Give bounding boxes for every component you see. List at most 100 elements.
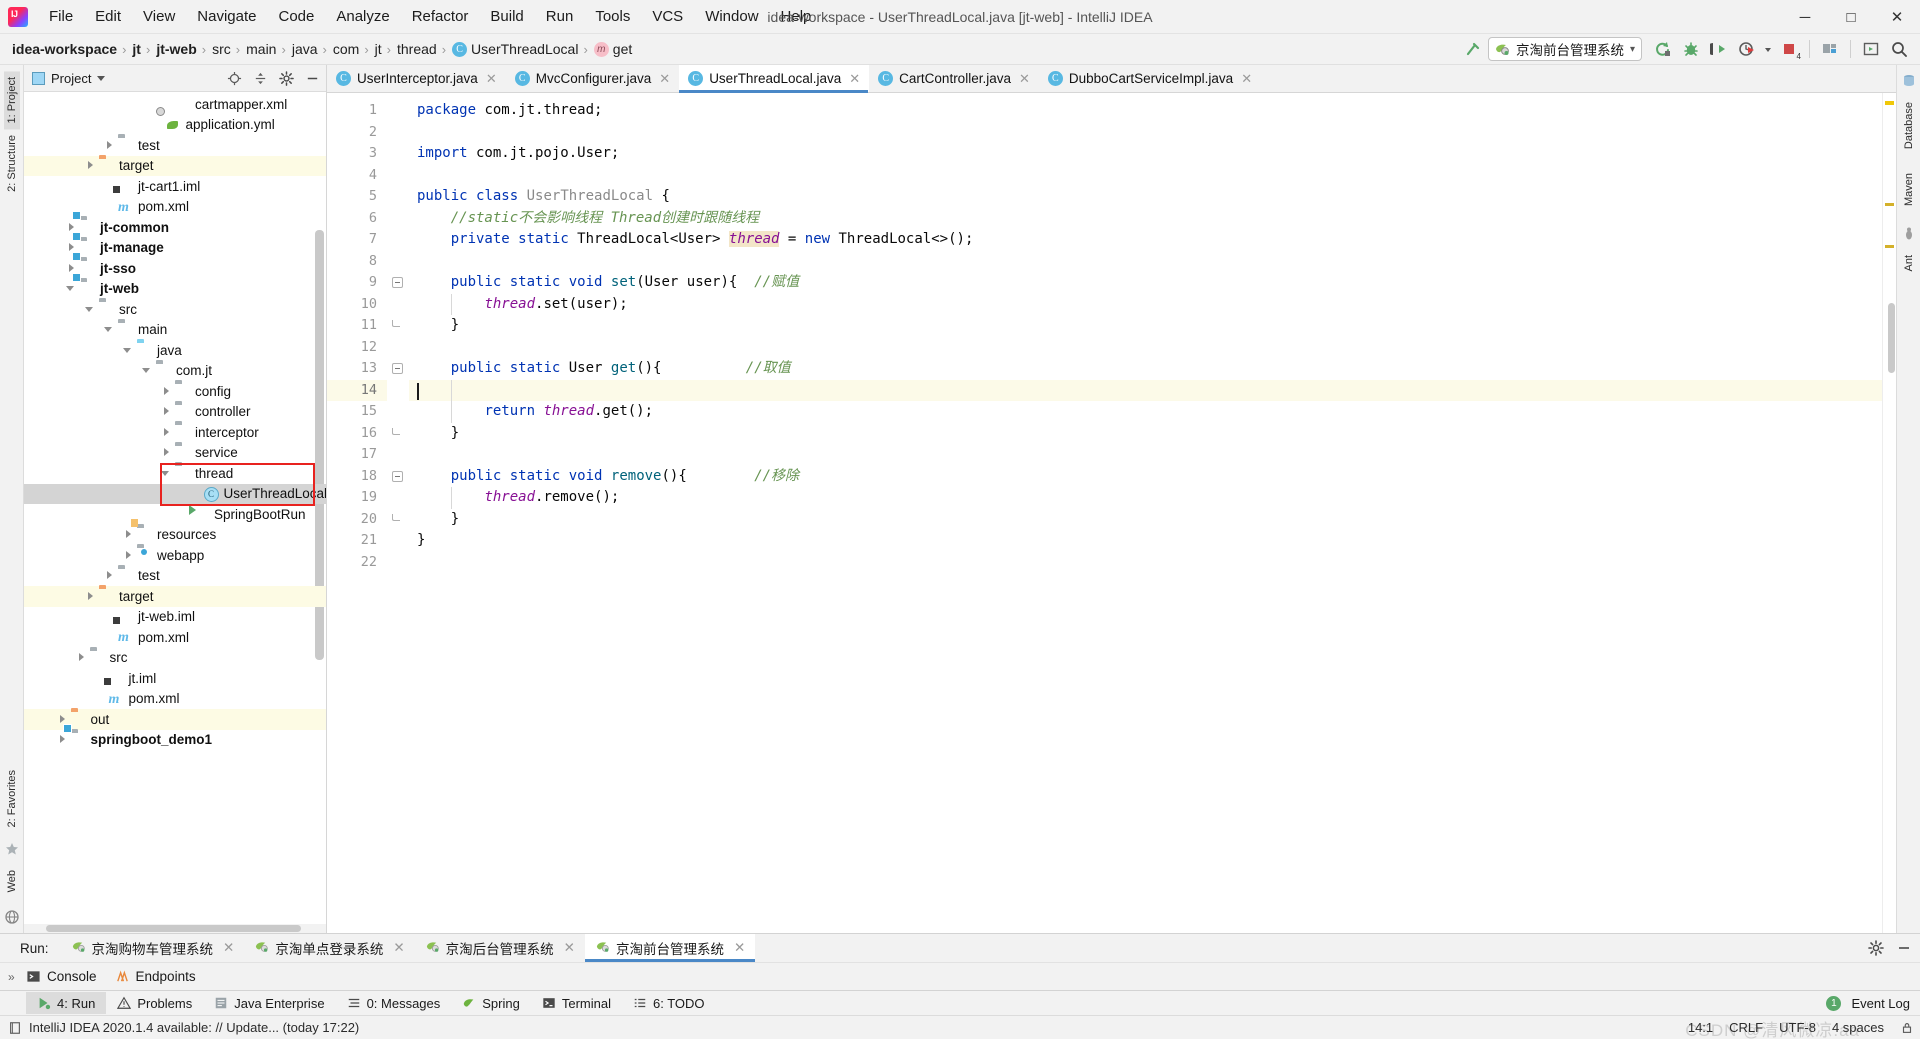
- project-tree[interactable]: cartmapper.xml application.yml test target j…: [24, 92, 326, 924]
- tab-endpoints[interactable]: Endpoints: [115, 969, 196, 984]
- tree-item-interceptor[interactable]: interceptor: [24, 422, 326, 443]
- run-tab[interactable]: 京淘前台管理系统 ✕: [584, 934, 756, 962]
- menu-item-tools[interactable]: Tools: [584, 5, 641, 28]
- tool-tab-terminal[interactable]: Terminal: [531, 992, 622, 1014]
- minimize-button[interactable]: ─: [1782, 0, 1828, 34]
- chevron-down-icon[interactable]: [142, 365, 153, 376]
- breadcrumb-item-userthreadlocal[interactable]: C UserThreadLocal: [448, 39, 581, 59]
- code-folding-gutter[interactable]: [387, 93, 409, 933]
- chevron-down-icon[interactable]: ▾: [1630, 44, 1635, 55]
- tree-item-springbootrun[interactable]: SpringBootRun: [24, 504, 326, 525]
- tree-item-target[interactable]: target: [24, 586, 326, 607]
- status-message[interactable]: IntelliJ IDEA 2020.1.4 available: // Upd…: [29, 1020, 359, 1035]
- tree-item-controller[interactable]: controller: [24, 402, 326, 423]
- menu-item-vcs[interactable]: VCS: [641, 5, 694, 28]
- editor-tab-cartcontroller-java[interactable]: C CartController.java ✕: [869, 65, 1039, 92]
- chevron-right-icon[interactable]: [104, 570, 115, 581]
- tree-item-jt-web[interactable]: jt-web: [24, 279, 326, 300]
- tree-horizontal-scrollbar[interactable]: [24, 924, 326, 933]
- close-icon[interactable]: ✕: [486, 71, 497, 87]
- tree-item-main[interactable]: main: [24, 320, 326, 341]
- run-tab[interactable]: 京淘购物车管理系统 ✕: [61, 934, 245, 962]
- sidebar-item-maven[interactable]: Maven: [1901, 167, 1917, 212]
- tree-item-config[interactable]: config: [24, 381, 326, 402]
- chevron-down-icon[interactable]: [97, 75, 106, 81]
- tree-item-application.yml[interactable]: application.yml: [24, 115, 326, 136]
- tree-item-jt-sso[interactable]: jt-sso: [24, 258, 326, 279]
- tool-tab-4--run[interactable]: 4: Run: [26, 992, 107, 1014]
- chevron-down-icon[interactable]: [123, 345, 134, 356]
- breadcrumb-item-thread[interactable]: thread: [393, 39, 440, 59]
- menu-item-edit[interactable]: Edit: [84, 5, 132, 28]
- file-encoding[interactable]: UTF-8: [1779, 1020, 1816, 1035]
- chevron-down-icon[interactable]: [161, 468, 172, 479]
- breadcrumb-item-com[interactable]: com: [329, 39, 362, 59]
- run-configuration-selector[interactable]: 京淘前台管理系统 ▾: [1487, 37, 1642, 61]
- tree-item-service[interactable]: service: [24, 443, 326, 464]
- breadcrumb-item-get[interactable]: m get: [590, 39, 635, 59]
- chevron-right-icon[interactable]: [76, 652, 87, 663]
- tree-item-jt-common[interactable]: jt-common: [24, 217, 326, 238]
- tree-item-test[interactable]: test: [24, 566, 326, 587]
- tab-console[interactable]: Console: [26, 969, 97, 984]
- sidebar-item-database[interactable]: Database: [1901, 96, 1917, 155]
- expand-tabs-chevron[interactable]: »: [8, 970, 15, 984]
- hide-panel-icon[interactable]: [1894, 938, 1914, 958]
- code-fold-end-marker[interactable]: [392, 427, 400, 435]
- code-fold-toggle[interactable]: [392, 363, 403, 374]
- hide-panel-icon[interactable]: [302, 68, 322, 88]
- breadcrumb-item-jt[interactable]: jt: [371, 39, 385, 59]
- ant-icon[interactable]: [1901, 226, 1917, 242]
- chevron-right-icon[interactable]: [161, 427, 172, 438]
- editor-tab-dubbocartserviceimpl-java[interactable]: C DubboCartServiceImpl.java ✕: [1039, 65, 1261, 92]
- run-tab[interactable]: 京淘后台管理系统 ✕: [415, 934, 585, 962]
- chevron-right-icon[interactable]: [85, 591, 96, 602]
- line-separator[interactable]: CRLF: [1729, 1020, 1763, 1035]
- tree-item-src[interactable]: src: [24, 648, 326, 669]
- debug-icon[interactable]: [1678, 37, 1704, 61]
- close-icon[interactable]: ✕: [564, 940, 575, 956]
- chevron-down-icon[interactable]: [85, 304, 96, 315]
- sidebar-item-structure[interactable]: 2: Structure: [4, 129, 20, 198]
- chevron-right-icon[interactable]: [104, 140, 115, 151]
- tool-tab-spring[interactable]: Spring: [451, 992, 531, 1014]
- tool-tab-problems[interactable]: Problems: [106, 992, 203, 1014]
- breadcrumb-item-jt[interactable]: jt: [128, 39, 144, 59]
- database-panel-icon[interactable]: [1901, 73, 1917, 89]
- lock-icon[interactable]: [1900, 1021, 1914, 1035]
- menu-item-navigate[interactable]: Navigate: [186, 5, 267, 28]
- tool-tab-java-enterprise[interactable]: Java Enterprise: [203, 992, 335, 1014]
- tree-item-jt-cart1.iml[interactable]: jt-cart1.iml: [24, 176, 326, 197]
- tree-item-resources[interactable]: resources: [24, 525, 326, 546]
- tree-item-thread[interactable]: thread: [24, 463, 326, 484]
- code-fold-end-marker[interactable]: [392, 513, 400, 521]
- collapse-all-icon[interactable]: [250, 68, 270, 88]
- close-icon[interactable]: ✕: [849, 71, 860, 87]
- menu-item-help[interactable]: Help: [770, 5, 823, 28]
- settings-gear-icon[interactable]: [276, 68, 296, 88]
- tree-item-userthreadlocal[interactable]: C UserThreadLocal: [24, 483, 326, 504]
- sidebar-item-ant[interactable]: Ant: [1901, 249, 1917, 278]
- chevron-right-icon[interactable]: [123, 529, 134, 540]
- menu-item-analyze[interactable]: Analyze: [325, 5, 400, 28]
- tool-tab-6--todo[interactable]: 6: TODO: [622, 992, 716, 1014]
- menu-item-run[interactable]: Run: [535, 5, 585, 28]
- close-icon[interactable]: ✕: [1241, 71, 1252, 87]
- chevron-right-icon[interactable]: [161, 386, 172, 397]
- sidebar-item-web[interactable]: Web: [4, 864, 20, 898]
- project-panel-title-group[interactable]: Project: [32, 71, 218, 86]
- close-icon[interactable]: ✕: [393, 940, 404, 956]
- run-with-coverage-icon[interactable]: [1706, 37, 1732, 61]
- chevron-right-icon[interactable]: [57, 734, 68, 745]
- build-hammer-icon[interactable]: [1460, 37, 1486, 61]
- close-icon[interactable]: ✕: [734, 940, 745, 956]
- tree-item-java[interactable]: java: [24, 340, 326, 361]
- editor-tab-userinterceptor-java[interactable]: C UserInterceptor.java ✕: [327, 65, 506, 92]
- breadcrumb-item-idea-workspace[interactable]: idea-workspace: [8, 39, 120, 59]
- sidebar-item-project[interactable]: 1: Project: [3, 71, 20, 130]
- tree-item-pom.xml[interactable]: m pom.xml: [24, 689, 326, 710]
- caret-position[interactable]: 14:1: [1688, 1020, 1713, 1035]
- event-log-tab[interactable]: Event Log: [1851, 996, 1910, 1011]
- tree-item-pom.xml[interactable]: m pom.xml: [24, 197, 326, 218]
- menu-item-build[interactable]: Build: [479, 5, 534, 28]
